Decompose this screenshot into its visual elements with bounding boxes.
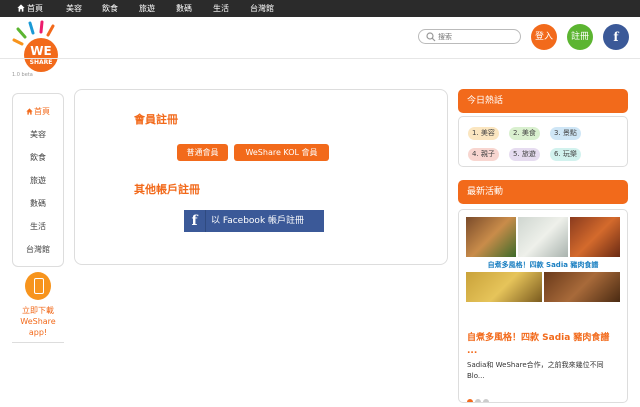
facebook-icon: f xyxy=(184,210,206,232)
top-nav: 首頁 美容 飲食 旅遊 數碼 生活 台灣館 xyxy=(0,0,640,17)
app-download[interactable]: 立即下載 WeShare app! xyxy=(12,272,64,343)
weshare-logo[interactable]: WE SHARE xyxy=(8,20,72,76)
sidebar: 首頁 美容 飲食 旅遊 數碼 生活 台灣館 xyxy=(12,93,64,267)
sidebar-item-home[interactable]: 首頁 xyxy=(13,106,63,117)
topnav-item-home[interactable]: 首頁 xyxy=(17,0,43,17)
food-image xyxy=(570,217,620,257)
sidebar-item-travel[interactable]: 旅遊 xyxy=(13,175,63,186)
login-button[interactable]: 登入 xyxy=(531,24,557,50)
hot-tag[interactable]: 4. 親子 xyxy=(468,148,499,161)
photo-caption: 自煮多風格！四款 Sadia 豬肉食譜 xyxy=(487,261,599,269)
sidebar-item-beauty[interactable]: 美容 xyxy=(13,129,63,140)
version-label: 1.0 beta xyxy=(12,72,33,78)
svg-text:WE: WE xyxy=(30,44,51,58)
facebook-icon[interactable]: f xyxy=(603,24,629,50)
hot-tag[interactable]: 3. 景點 xyxy=(550,127,581,140)
hot-today-header: 今日熱話 xyxy=(458,89,628,113)
registration-card xyxy=(74,89,448,265)
search-input[interactable] xyxy=(438,31,518,42)
home-icon xyxy=(17,4,25,12)
food-image xyxy=(466,272,542,302)
hot-tag[interactable]: 5. 旅遊 xyxy=(509,148,540,161)
header-divider xyxy=(0,58,640,59)
divider xyxy=(12,342,64,343)
topnav-item-life[interactable]: 生活 xyxy=(213,0,229,17)
other-register-title: 其他帳戶註冊 xyxy=(134,183,200,196)
carousel-dot[interactable] xyxy=(467,399,473,402)
hot-tag[interactable]: 6. 玩樂 xyxy=(550,148,581,161)
kol-member-button[interactable]: WeShare KOL 會員 xyxy=(234,144,329,161)
app-download-line1: 立即下載 xyxy=(22,306,54,315)
carousel-dots xyxy=(467,390,491,402)
facebook-register-button[interactable]: f 以 Facebook 帳戶註冊 xyxy=(184,210,324,232)
hot-tag[interactable]: 1. 美容 xyxy=(468,127,499,140)
topnav-item-digital[interactable]: 數碼 xyxy=(176,0,192,17)
topnav-item-travel[interactable]: 旅遊 xyxy=(139,0,155,17)
sidebar-item-life[interactable]: 生活 xyxy=(13,221,63,232)
hot-tag[interactable]: 2. 美食 xyxy=(509,127,540,140)
sidebar-item-food[interactable]: 飲食 xyxy=(13,152,63,163)
latest-events-header: 最新活動 xyxy=(458,180,628,204)
app-download-line3: app! xyxy=(28,328,48,337)
member-register-title: 會員註冊 xyxy=(134,113,178,126)
facebook-register-label: 以 Facebook 帳戶註冊 xyxy=(211,216,305,226)
sidebar-item-digital[interactable]: 數碼 xyxy=(13,198,63,209)
carousel-dot[interactable] xyxy=(483,399,489,402)
event-title[interactable]: 自煮多風格！四款 Sadia 豬肉食譜 ... xyxy=(467,332,621,358)
sidebar-item-taiwan[interactable]: 台灣館 xyxy=(13,244,63,255)
normal-member-button[interactable]: 普通會員 xyxy=(177,144,228,161)
search-box[interactable] xyxy=(418,29,521,44)
topnav-item-beauty[interactable]: 美容 xyxy=(66,0,82,17)
app-download-line2: WeShare xyxy=(20,317,56,326)
carousel-dot[interactable] xyxy=(475,399,481,402)
search-icon xyxy=(426,32,436,42)
register-button[interactable]: 註冊 xyxy=(567,24,593,50)
svg-text:SHARE: SHARE xyxy=(30,59,53,66)
event-photo[interactable]: 自煮多風格！四款 Sadia 豬肉食譜 xyxy=(466,217,620,302)
food-image xyxy=(544,272,620,302)
hot-today-card: 1. 美容 2. 美食 3. 景點 4. 親子 5. 旅遊 6. 玩樂 xyxy=(458,116,628,167)
phone-icon xyxy=(25,272,51,300)
home-icon xyxy=(26,108,33,115)
event-description: Sadia和 WeShare合作，之前我來幾位不同Blo... xyxy=(467,361,604,380)
event-card[interactable]: 自煮多風格！四款 Sadia 豬肉食譜 自煮多風格！四款 Sadia 豬肉食譜 … xyxy=(458,209,628,403)
food-image xyxy=(466,217,516,257)
topnav-item-food[interactable]: 飲食 xyxy=(102,0,118,17)
topnav-item-taiwan[interactable]: 台灣館 xyxy=(250,0,274,17)
food-image xyxy=(518,217,568,257)
